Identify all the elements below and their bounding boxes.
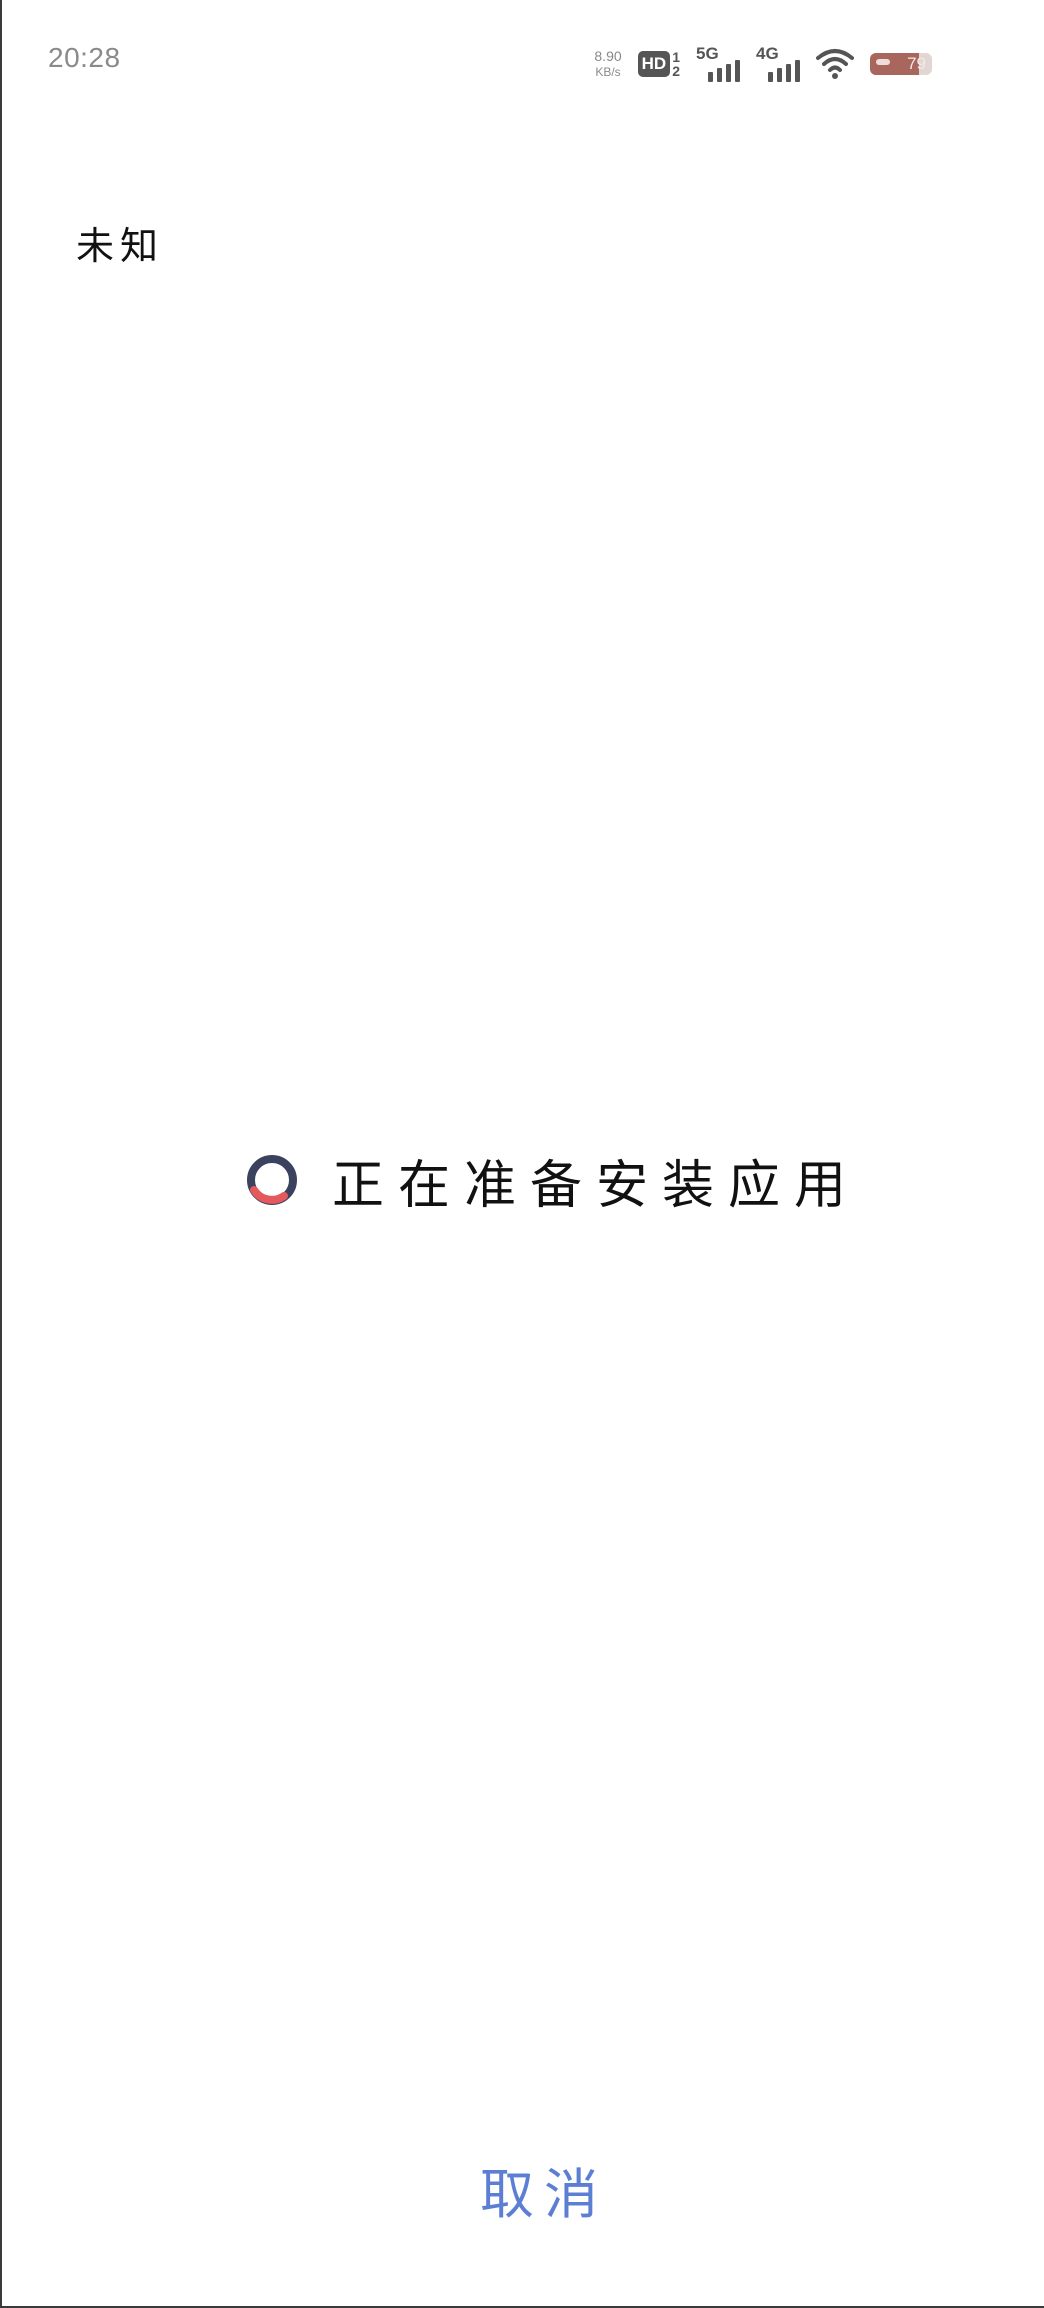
signal-5g-icon: 5G xyxy=(696,44,740,82)
left-edge xyxy=(0,0,2,2308)
signal-4g-label: 4G xyxy=(756,44,779,63)
app-name: 未知 xyxy=(76,224,165,268)
hd-icon: HD xyxy=(637,51,671,77)
signal-bar xyxy=(708,72,713,82)
signal-bar xyxy=(726,64,731,82)
hd-sim-top: 1 xyxy=(672,49,680,65)
status-time: 20:28 xyxy=(48,42,121,73)
hd-sim-bottom: 2 xyxy=(672,63,680,79)
signal-bar xyxy=(777,68,782,82)
network-speed-value: 8.90 xyxy=(594,48,622,64)
signal-bar xyxy=(795,60,800,82)
hd-sim-numbers: 1 2 xyxy=(672,50,680,78)
signal-4g-icon: 4G xyxy=(756,44,800,82)
install-status-text: 正在准备安装应用 xyxy=(332,1155,861,1216)
signal-bar xyxy=(786,64,791,82)
signal-bar xyxy=(717,68,722,82)
battery-icon: 79 xyxy=(870,53,932,75)
hd-voice-indicator: HD 1 2 xyxy=(637,50,680,78)
loading-spinner-icon xyxy=(247,1155,297,1205)
signal-bar xyxy=(735,60,740,82)
status-bar: 20:28 8.90 KB/s HD 1 2 5G 4G 79 xyxy=(0,0,1044,120)
cancel-button[interactable]: 取消 xyxy=(480,2150,608,2230)
wifi-icon xyxy=(816,49,854,79)
network-speed-unit: KB/s xyxy=(595,65,621,79)
signal-5g-label: 5G xyxy=(696,44,719,63)
status-icons: 8.90 KB/s HD 1 2 5G 4G 79 xyxy=(594,44,932,84)
install-progress: 正在准备安装应用 xyxy=(244,1148,860,1216)
battery-level: 79 xyxy=(907,54,926,73)
network-speed: 8.90 KB/s xyxy=(594,48,621,80)
signal-bar xyxy=(768,72,773,82)
